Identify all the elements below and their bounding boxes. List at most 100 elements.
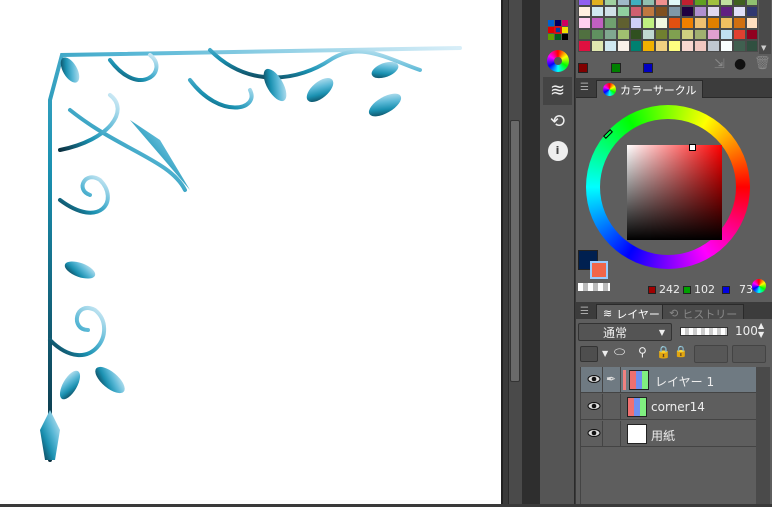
layer-row[interactable]: corner14 (581, 394, 757, 420)
color-swatch[interactable] (706, 17, 720, 29)
saturation-value-square[interactable] (627, 145, 722, 240)
transparent-color-swatch[interactable] (578, 283, 610, 291)
color-swatch[interactable] (719, 5, 733, 18)
clipping-icon[interactable]: ⬭ (614, 345, 625, 360)
color-swatch[interactable] (603, 5, 617, 18)
color-swatch[interactable] (642, 5, 656, 18)
scrollbar-thumb[interactable] (510, 120, 520, 382)
color-swatch[interactable] (745, 5, 759, 18)
color-swatch[interactable] (590, 17, 604, 29)
reference-layer-icon[interactable]: ⚲ (638, 345, 647, 359)
visibility-cell[interactable] (581, 421, 603, 447)
color-swatch[interactable] (629, 28, 643, 41)
layer-panel-button[interactable]: ≋ (543, 77, 572, 105)
color-wheel-panel-button[interactable] (543, 47, 572, 75)
color-swatch[interactable] (745, 40, 759, 52)
color-swatch[interactable] (706, 5, 720, 18)
color-swatch[interactable] (668, 40, 682, 52)
color-swatch[interactable] (732, 17, 746, 29)
color-swatch[interactable] (603, 17, 617, 29)
ornament-artwork (40, 46, 462, 462)
visibility-cell[interactable] (581, 394, 603, 420)
color-swatch[interactable] (655, 17, 669, 29)
layer-row[interactable]: ✒ レイヤー 1 (581, 367, 757, 393)
color-swatch[interactable] (629, 40, 643, 52)
color-swatch[interactable] (694, 17, 707, 29)
color-swatch[interactable] (578, 40, 591, 52)
panel-menu-icon[interactable]: ☰ (580, 306, 589, 317)
color-swatch[interactable] (668, 17, 682, 29)
color-swatch[interactable] (668, 5, 682, 18)
history-panel-button[interactable]: ⟲ (543, 107, 572, 135)
edit-target-cell[interactable] (603, 394, 621, 420)
color-swatch[interactable] (616, 40, 630, 52)
sub-color-swatch[interactable] (590, 261, 608, 279)
chevron-down-icon[interactable]: ▼ (602, 349, 608, 358)
color-swatch[interactable] (681, 5, 695, 18)
panel-menu-icon[interactable]: ☰ (580, 82, 589, 93)
tab-color-circle[interactable]: カラーサークル (596, 80, 704, 98)
lock-transparency-icon[interactable]: 🔒 (674, 345, 688, 358)
ruler-button[interactable] (732, 345, 766, 363)
color-swatch[interactable] (706, 28, 720, 41)
color-swatch[interactable] (681, 28, 695, 41)
layer-list-scrollbar[interactable] (756, 367, 770, 504)
color-swatch[interactable] (603, 40, 617, 52)
color-swatch[interactable] (642, 28, 656, 41)
color-swatch[interactable] (578, 17, 591, 29)
edit-target-cell[interactable]: ✒ (603, 367, 621, 393)
color-swatch[interactable] (681, 40, 695, 52)
property-panel-button[interactable]: i (543, 137, 572, 165)
color-swatch[interactable] (590, 28, 604, 41)
palette-chip-green[interactable] (611, 63, 621, 73)
color-swatch[interactable] (655, 40, 669, 52)
sv-cursor[interactable] (689, 144, 696, 151)
visibility-cell[interactable] (581, 367, 603, 393)
color-swatch[interactable] (642, 40, 656, 52)
color-swatch[interactable] (732, 5, 746, 18)
mask-button[interactable] (694, 345, 728, 363)
color-swatch[interactable] (694, 28, 707, 41)
color-set-panel-button[interactable] (543, 16, 572, 44)
color-swatch[interactable] (655, 28, 669, 41)
color-swatch[interactable] (694, 5, 707, 18)
color-swatch[interactable] (629, 5, 643, 18)
add-color-icon[interactable]: ● (734, 56, 746, 72)
edit-target-cell[interactable] (603, 421, 621, 447)
replace-color-icon[interactable]: ⇲ (714, 57, 725, 72)
color-swatch[interactable] (578, 5, 591, 18)
color-swatch[interactable] (745, 28, 759, 41)
opacity-stepper[interactable]: ▲ ▼ (758, 321, 764, 339)
color-swatch[interactable] (681, 17, 695, 29)
color-swatch[interactable] (719, 28, 733, 41)
color-swatch[interactable] (694, 40, 707, 52)
color-swatch[interactable] (642, 17, 656, 29)
opacity-slider[interactable] (680, 327, 728, 336)
color-swatch[interactable] (732, 40, 746, 52)
color-swatch[interactable] (616, 17, 630, 29)
layer-color-button[interactable] (580, 346, 598, 362)
color-swatch[interactable] (745, 17, 759, 29)
delete-color-icon[interactable]: 🗑 (754, 56, 771, 71)
color-swatch[interactable] (719, 17, 733, 29)
color-swatch[interactable] (616, 28, 630, 41)
palette-chip-blue[interactable] (643, 63, 653, 73)
color-swatch[interactable] (629, 17, 643, 29)
color-swatch[interactable] (590, 5, 604, 18)
color-swatch[interactable] (668, 28, 682, 41)
lock-icon[interactable]: 🔒 (656, 345, 671, 359)
color-swatch[interactable] (732, 28, 746, 41)
color-mode-icon[interactable] (752, 279, 766, 293)
layer-row[interactable]: 用紙 (581, 421, 757, 447)
color-swatch[interactable] (616, 5, 630, 18)
drawing-canvas[interactable] (0, 0, 503, 504)
color-swatch[interactable] (578, 28, 591, 41)
color-swatch[interactable] (655, 5, 669, 18)
color-swatch[interactable] (719, 40, 733, 52)
blend-mode-select[interactable]: 通常 ▼ (578, 323, 672, 341)
color-swatch[interactable] (603, 28, 617, 41)
color-swatch[interactable] (590, 40, 604, 52)
palette-scrollbar[interactable]: ▼ (759, 0, 771, 54)
color-swatch[interactable] (706, 40, 720, 52)
palette-chip-red[interactable] (578, 63, 588, 73)
